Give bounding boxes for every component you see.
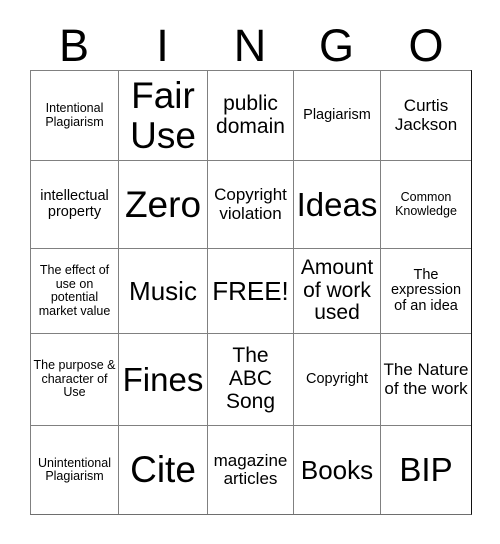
bingo-cell-label: Unintentional Plagiarism xyxy=(38,455,111,483)
bingo-cell-label: Intentional Plagiarism xyxy=(45,101,104,129)
bingo-card: B I N G O Intentional Plagiarism Fair Us… xyxy=(0,0,500,544)
bingo-cell-n1[interactable]: public domain xyxy=(208,71,294,161)
bingo-cell-i4[interactable]: Fines xyxy=(119,334,208,426)
bingo-cell-label: Books xyxy=(300,454,374,485)
bingo-cell-i1[interactable]: Fair Use xyxy=(119,71,208,161)
bingo-cell-b4[interactable]: The purpose & character of Use xyxy=(31,334,119,426)
bingo-cell-o4[interactable]: The Nature of the work xyxy=(381,334,471,426)
bingo-header-row: B I N G O xyxy=(30,12,472,70)
bingo-cell-n5[interactable]: magazine articles xyxy=(208,426,294,514)
bingo-cell-o5[interactable]: BIP xyxy=(381,426,471,514)
bingo-cell-i2[interactable]: Zero xyxy=(119,161,208,249)
bingo-cell-label: The effect of use on potential market va… xyxy=(38,263,111,318)
bingo-header-letter-g: G xyxy=(318,20,354,71)
bingo-cell-o2[interactable]: Common Knowledge xyxy=(381,161,471,249)
bingo-cell-label: FREE! xyxy=(212,275,289,306)
bingo-cell-b1[interactable]: Intentional Plagiarism xyxy=(31,71,119,161)
bingo-cell-g5[interactable]: Books xyxy=(294,426,381,514)
bingo-cell-g4[interactable]: Copyright xyxy=(294,334,381,426)
bingo-cell-n2[interactable]: Copyright violation xyxy=(208,161,294,249)
bingo-cell-i3[interactable]: Music xyxy=(119,249,208,334)
bingo-cell-label: Fines xyxy=(122,360,204,398)
bingo-cell-label: magazine articles xyxy=(213,450,288,488)
bingo-cell-g2[interactable]: Ideas xyxy=(294,161,381,249)
bingo-cell-label: Cite xyxy=(130,449,196,491)
bingo-cell-o3[interactable]: The expression of an idea xyxy=(381,249,471,334)
bingo-cell-label: Ideas xyxy=(296,185,378,223)
bingo-cell-label: The purpose & character of Use xyxy=(33,358,116,400)
bingo-cell-label: Music xyxy=(129,275,197,306)
bingo-cell-label: public domain xyxy=(216,91,285,138)
bingo-cell-label: Fair Use xyxy=(130,74,196,156)
bingo-header-letter-b: B xyxy=(58,20,89,71)
bingo-cell-label: Curtis Jackson xyxy=(394,96,458,134)
bingo-cell-label: Common Knowledge xyxy=(395,190,457,218)
bingo-cell-label: Amount of work used xyxy=(300,255,374,325)
bingo-cell-label: The Nature of the work xyxy=(383,360,469,398)
bingo-cell-b2[interactable]: intellectual property xyxy=(31,161,119,249)
bingo-cell-label: The ABC Song xyxy=(225,344,276,413)
bingo-cell-label: Copyright violation xyxy=(214,185,287,223)
bingo-cell-label: Plagiarism xyxy=(303,106,371,123)
bingo-cell-label: The expression of an idea xyxy=(390,266,462,314)
bingo-cell-label: intellectual property xyxy=(40,187,109,220)
bingo-cell-b5[interactable]: Unintentional Plagiarism xyxy=(31,426,119,514)
bingo-cell-label: Zero xyxy=(124,183,202,225)
bingo-cell-o1[interactable]: Curtis Jackson xyxy=(381,71,471,161)
bingo-cell-label: Copyright xyxy=(305,370,369,387)
bingo-cell-g3[interactable]: Amount of work used xyxy=(294,249,381,334)
bingo-header-letter-n: N xyxy=(233,20,267,71)
bingo-cell-n4[interactable]: The ABC Song xyxy=(208,334,294,426)
bingo-header-letter-i: I xyxy=(156,20,169,71)
bingo-header-letter-o: O xyxy=(408,20,444,71)
bingo-cell-i5[interactable]: Cite xyxy=(119,426,208,514)
bingo-cell-n3[interactable]: FREE! xyxy=(208,249,294,334)
bingo-cell-b3[interactable]: The effect of use on potential market va… xyxy=(31,249,119,334)
bingo-cell-g1[interactable]: Plagiarism xyxy=(294,71,381,161)
bingo-cell-label: BIP xyxy=(399,451,453,489)
bingo-grid: Intentional Plagiarism Fair Use public d… xyxy=(30,70,472,515)
